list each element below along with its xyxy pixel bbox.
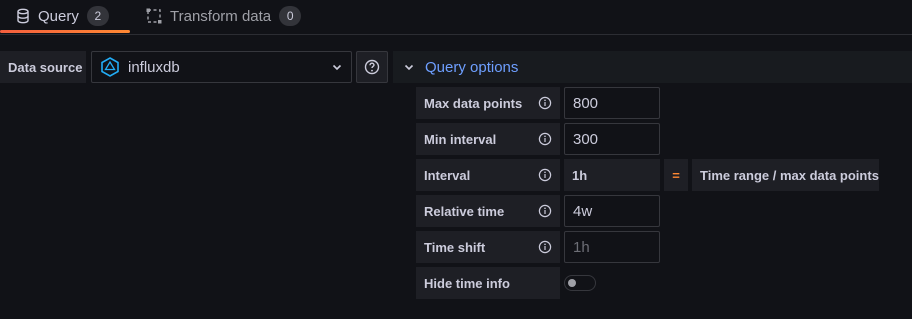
transform-icon [146, 8, 162, 24]
active-tab-indicator [0, 30, 130, 33]
switch-knob [568, 279, 576, 287]
tab-query[interactable]: Query 2 [16, 0, 109, 32]
tab-transform-label: Transform data [170, 7, 272, 25]
datasource-help-button[interactable] [356, 51, 388, 83]
info-circle-icon[interactable] [538, 96, 552, 113]
interval-value: 1h [564, 159, 660, 191]
tab-transform-data[interactable]: Transform data 0 [146, 0, 302, 32]
datasource-name: influxdb [128, 58, 180, 76]
question-circle-icon [364, 59, 380, 75]
info-circle-icon[interactable] [538, 240, 552, 257]
info-circle-icon[interactable] [538, 168, 552, 185]
datasource-picker[interactable]: influxdb [91, 51, 352, 83]
datasource-label: Data source [0, 51, 86, 83]
time-shift-input[interactable] [564, 231, 660, 263]
min-interval-label-text: Min interval [424, 131, 497, 147]
max-data-points-label: Max data points [416, 87, 560, 119]
min-interval-label: Min interval [416, 123, 560, 155]
interval-label-text: Interval [424, 167, 471, 183]
relative-time-input[interactable] [564, 195, 660, 227]
max-data-points-input[interactable] [564, 87, 660, 119]
hide-time-info-label-text: Hide time info [424, 275, 510, 291]
info-circle-icon[interactable] [538, 204, 552, 221]
interval-formula-note: Time range / max data points [692, 159, 879, 191]
database-icon [16, 8, 30, 24]
max-data-points-label-text: Max data points [424, 95, 523, 111]
relative-time-label: Relative time [416, 195, 560, 227]
interval-equals-sign: = [664, 159, 688, 191]
influxdb-logo-icon [100, 57, 120, 77]
min-interval-input[interactable] [564, 123, 660, 155]
tab-query-label: Query [38, 7, 79, 25]
info-circle-icon[interactable] [538, 132, 552, 149]
relative-time-label-text: Relative time [424, 203, 505, 219]
tab-transform-count-badge: 0 [279, 6, 302, 26]
hide-time-info-label: Hide time info [416, 267, 560, 299]
query-options-title: Query options [425, 58, 519, 76]
time-shift-label-text: Time shift [424, 239, 486, 255]
query-tabs-bar: Query 2 Transform data 0 [0, 0, 912, 35]
query-options-toggle[interactable]: Query options [393, 51, 912, 83]
hide-time-info-switch[interactable] [564, 275, 596, 291]
interval-label: Interval [416, 159, 560, 191]
chevron-down-icon [403, 61, 415, 73]
chevron-down-icon [331, 61, 343, 73]
time-shift-label: Time shift [416, 231, 560, 263]
tab-query-count-badge: 2 [86, 6, 109, 26]
